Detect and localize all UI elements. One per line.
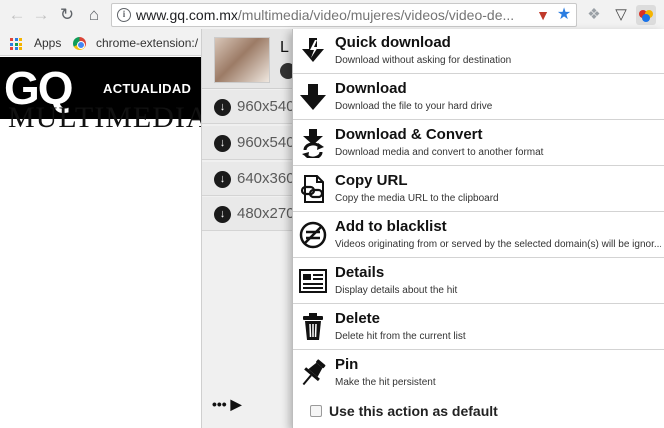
- action-menu: Quick download Download without asking f…: [292, 29, 664, 428]
- forward-button[interactable]: →: [30, 4, 52, 26]
- download-arrow-icon[interactable]: ↓: [214, 99, 231, 116]
- address-bar[interactable]: i www.gq.com.mx/multimedia/video/mujeres…: [111, 3, 577, 27]
- menu-item-title: Quick download: [335, 34, 451, 51]
- default-action-row[interactable]: Use this action as default: [293, 395, 664, 428]
- menu-item-title: Copy URL: [335, 172, 408, 189]
- download-arrow-icon[interactable]: ↓: [214, 135, 231, 152]
- bookmark-chrome-extension[interactable]: chrome-extension:/: [96, 30, 198, 56]
- variant-resolution: 480x270: [237, 205, 295, 222]
- menu-item-copy-url[interactable]: Copy URL Copy the media URL to the clipb…: [293, 167, 664, 212]
- reload-button[interactable]: ↻: [56, 4, 78, 26]
- browser-toolbar: ← → ↻ ⌂ i www.gq.com.mx/multimedia/video…: [0, 0, 664, 30]
- nav-link-actualidad[interactable]: ACTUALIDAD: [103, 81, 191, 97]
- bookmark-apps[interactable]: Apps: [34, 30, 61, 56]
- page-headline: MULTIMEDIA: [8, 101, 209, 134]
- chrome-logo-icon: [73, 37, 86, 50]
- copy-url-icon: [298, 174, 328, 204]
- video-hit[interactable]: L: [202, 29, 302, 89]
- menu-item-title: Pin: [335, 356, 359, 373]
- default-action-label: Use this action as default: [329, 403, 498, 419]
- menu-item-download[interactable]: Download Download the file to your hard …: [293, 75, 664, 120]
- details-icon: [298, 266, 328, 296]
- download-arrow-icon[interactable]: ↓: [214, 171, 231, 188]
- more-actions-button[interactable]: ••• ▶: [212, 392, 252, 416]
- quick-download-icon: [298, 36, 328, 66]
- variant-resolution: 960x540: [237, 98, 295, 115]
- variant-resolution: 640x360: [237, 170, 295, 187]
- menu-item-title: Download & Convert: [335, 126, 483, 143]
- variant-row[interactable]: ↓ 960x540: [202, 90, 302, 124]
- menu-item-quick-download[interactable]: Quick download Download without asking f…: [293, 29, 664, 74]
- back-button[interactable]: ←: [6, 4, 28, 26]
- default-action-checkbox[interactable]: [310, 405, 322, 417]
- menu-item-pin[interactable]: Pin Make the hit persistent: [293, 351, 664, 396]
- variant-row[interactable]: ↓ 960x540: [202, 126, 302, 160]
- variant-row[interactable]: ↓ 480x270: [202, 197, 302, 231]
- site-info-icon[interactable]: i: [117, 8, 131, 22]
- menu-item-description: Delete hit from the current list: [335, 331, 466, 342]
- menu-item-title: Download: [335, 80, 407, 97]
- variant-row[interactable]: ↓ 640x360: [202, 162, 302, 196]
- menu-item-add-to-blacklist[interactable]: Add to blacklist Videos originating from…: [293, 213, 664, 258]
- puzzle-extension-icon[interactable]: ❖: [584, 5, 604, 25]
- hit-title: L: [280, 39, 289, 56]
- download-icon: [298, 82, 328, 112]
- trash-icon: [298, 312, 328, 342]
- home-button[interactable]: ⌂: [83, 4, 105, 26]
- menu-item-download-convert[interactable]: Download & Convert Download media and co…: [293, 121, 664, 166]
- funnel-extension-icon[interactable]: ▽: [611, 5, 631, 25]
- menu-item-title: Delete: [335, 310, 381, 327]
- url-text[interactable]: www.gq.com.mx/multimedia/video/mujeres/v…: [136, 7, 536, 24]
- download-status-icon[interactable]: ▼: [535, 7, 551, 23]
- menu-item-delete[interactable]: Delete Delete hit from the current list: [293, 305, 664, 350]
- menu-item-title: Add to blacklist: [335, 218, 447, 235]
- blacklist-icon: [298, 220, 328, 250]
- url-path: /multimedia/video/mujeres/videos/video-d…: [237, 7, 515, 23]
- url-host: www.gq.com.mx: [136, 7, 238, 23]
- menu-item-description: Download the file to your hard drive: [335, 101, 493, 112]
- apps-grid-icon: [10, 38, 22, 50]
- menu-item-title: Details: [335, 264, 385, 281]
- download-arrow-icon[interactable]: ↓: [214, 206, 231, 223]
- menu-item-description: Download media and convert to another fo…: [335, 147, 544, 158]
- download-convert-icon: [298, 128, 328, 158]
- pin-icon: [298, 358, 328, 388]
- menu-item-description: Videos originating from or served by the…: [335, 239, 661, 250]
- menu-item-description: Display details about the hit: [335, 285, 458, 296]
- menu-item-description: Make the hit persistent: [335, 377, 436, 388]
- menu-item-details[interactable]: Details Display details about the hit: [293, 259, 664, 304]
- video-thumbnail[interactable]: [214, 37, 270, 83]
- variant-resolution: 960x540: [237, 134, 295, 151]
- menu-item-description: Copy the media URL to the clipboard: [335, 193, 499, 204]
- video-downloader-extension-icon[interactable]: [636, 5, 656, 25]
- bookmark-star-icon[interactable]: ★: [556, 7, 572, 23]
- menu-item-description: Download without asking for destination: [335, 55, 512, 66]
